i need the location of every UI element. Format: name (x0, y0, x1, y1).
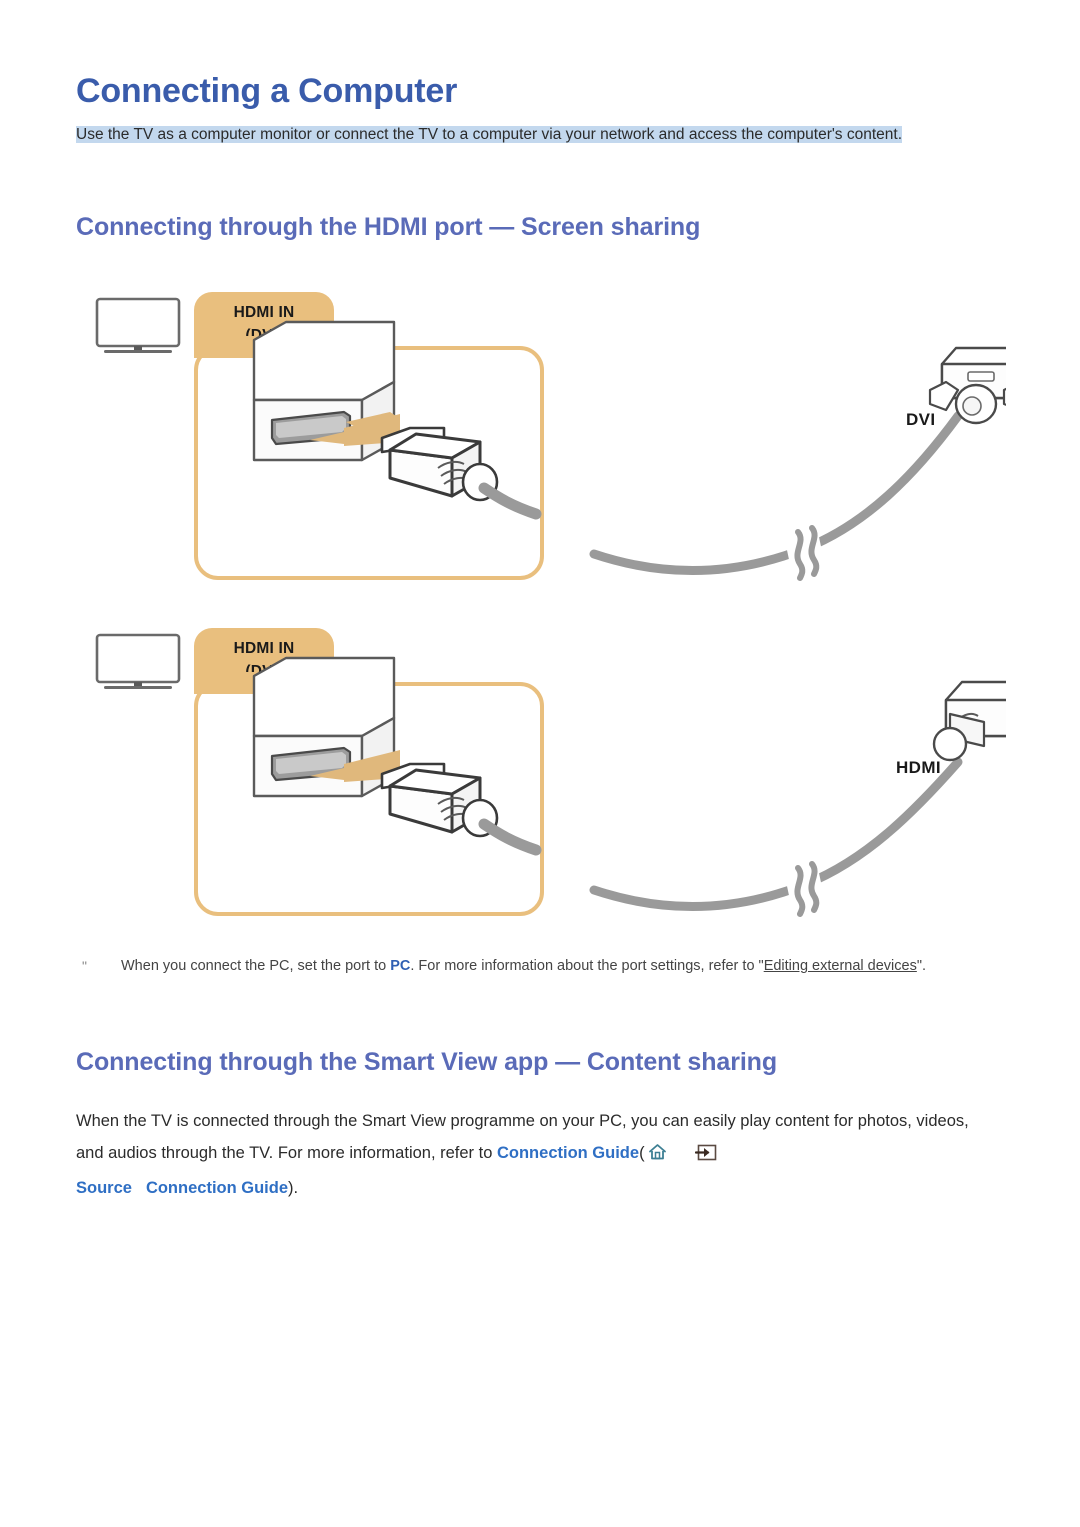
note-text-after: ". (916, 958, 927, 974)
link-connection-guide-1[interactable]: Connection Guide (497, 1144, 639, 1162)
intro-paragraph: Use the TV as a computer monitor or conn… (76, 120, 966, 149)
note-text: When you connect the PC, set the port to… (121, 952, 981, 980)
note-keyword-pc: PC (390, 958, 411, 974)
note-marker: " (82, 958, 87, 974)
section-heading-hdmi: Connecting through the HDMI port — Scree… (76, 213, 701, 241)
page-title: Connecting a Computer (76, 72, 458, 110)
tv-icon (95, 633, 181, 689)
source-arrow-icon (694, 1140, 717, 1172)
cable-break-icon (784, 861, 826, 917)
smart-view-paragraph: When the TV is connected through the Sma… (76, 1105, 981, 1204)
paren-open: ( (639, 1144, 645, 1162)
intro-highlighted-text: Use the TV as a computer monitor or conn… (76, 126, 903, 143)
dvi-pin-block (967, 371, 995, 382)
cable-run-dvi (589, 346, 1006, 581)
diagram-hdmi-to-hdmi: HDMI IN (DVI) (76, 622, 1006, 942)
cable-line (589, 411, 963, 576)
tv-icon (95, 297, 181, 353)
hdmi-port-illustration (252, 656, 542, 856)
note-block: " When you connect the PC, set the port … (76, 952, 981, 980)
link-source[interactable]: Source (76, 1179, 132, 1197)
cable-stub (478, 482, 542, 520)
port-card-hdmi: HDMI IN (DVI) (194, 628, 544, 916)
cable-line (589, 757, 963, 912)
cable-break-icon (784, 525, 826, 581)
diagram-hdmi-to-dvi: HDMI IN (DVI) (76, 286, 1006, 606)
note-link-editing-external-devices[interactable]: Editing external devices (764, 958, 917, 974)
home-icon (648, 1140, 667, 1172)
cable-run-hdmi (589, 680, 1006, 917)
hdmi-ferrule (932, 726, 968, 762)
dvi-connector (928, 346, 1006, 425)
hdmi-connector (932, 680, 1006, 762)
hdmi-port-illustration (252, 320, 542, 520)
note-text-middle: . For more information about the port se… (410, 958, 764, 974)
note-text-before: When you connect the PC, set the port to (121, 958, 391, 974)
link-connection-guide-2[interactable]: Connection Guide (146, 1179, 288, 1197)
section-heading-smart-view: Connecting through the Smart View app — … (76, 1048, 778, 1076)
paren-close: ). (288, 1179, 299, 1197)
document-page: Connecting a Computer Use the TV as a co… (0, 0, 1080, 1527)
cable-stub (478, 818, 542, 856)
port-card-dvi: HDMI IN (DVI) (194, 292, 544, 580)
